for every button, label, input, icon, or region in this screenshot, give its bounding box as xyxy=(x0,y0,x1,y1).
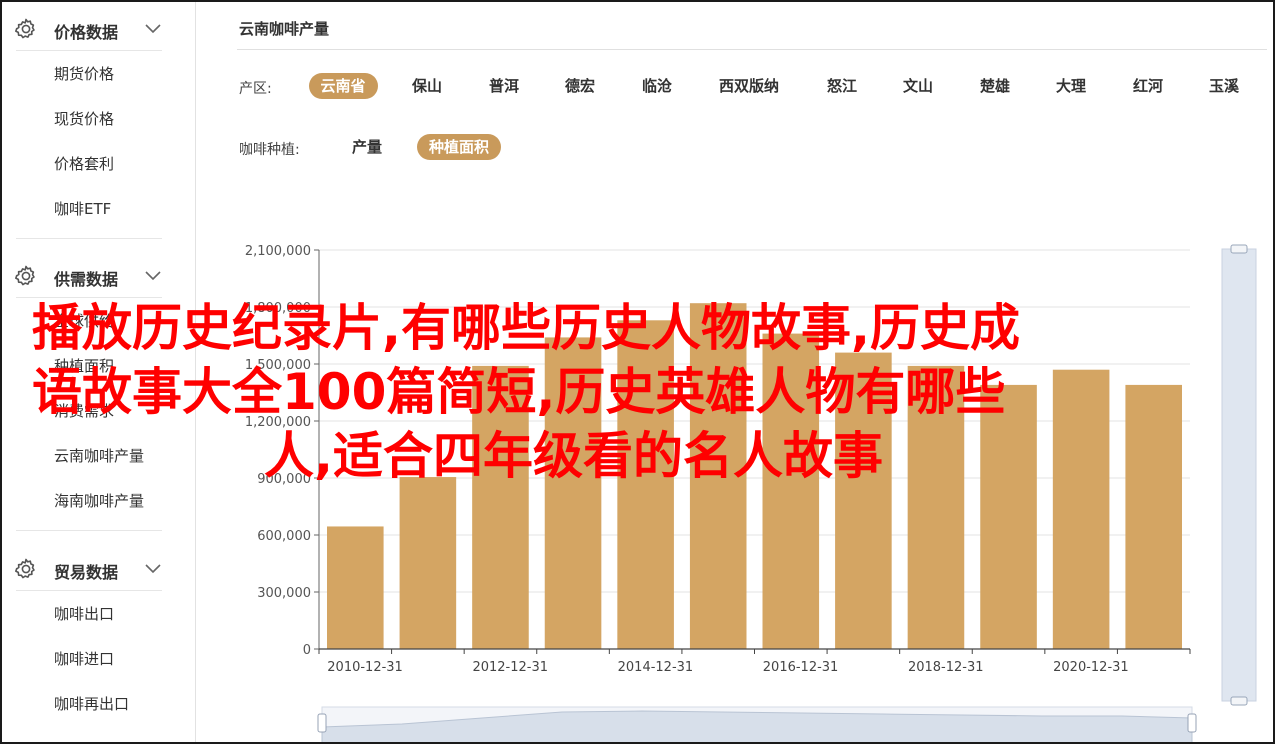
bar-2021-12-31[interactable] xyxy=(1125,384,1182,649)
x-tick-label: 2010-12-31 xyxy=(327,660,403,675)
app-window: 价格数据 期货价格 现货价格 价格套利 咖啡ETF 供需数据 全球供给 种植面积 消费需求 云南咖… xyxy=(0,0,1275,744)
x-tick-label: 2016-12-31 xyxy=(763,660,839,675)
bar-2020-12-31[interactable] xyxy=(1052,369,1110,649)
area-bar-chart: 0 300,000 600,000 900,000 1,200,000 1,500,000… xyxy=(245,244,1257,742)
bar-2016-12-31[interactable] xyxy=(762,333,820,649)
y-tick-label: 600,000 xyxy=(257,529,311,544)
bar-2012-12-31[interactable] xyxy=(472,365,529,649)
y-tick-label: 0 xyxy=(303,643,311,658)
y-tick-label: 900,000 xyxy=(257,472,311,487)
y-tick-label: 1,500,000 xyxy=(245,358,311,373)
datazoom-handle-right[interactable] xyxy=(1187,713,1197,733)
x-tick-label: 2020-12-31 xyxy=(1053,660,1129,675)
y-tick-label: 1,200,000 xyxy=(245,415,311,430)
x-tick-label: 2014-12-31 xyxy=(618,660,694,675)
x-tick-label: 2012-12-31 xyxy=(472,660,548,675)
bar-2013-12-31[interactable] xyxy=(544,337,602,649)
zoom-handle-top[interactable] xyxy=(1230,244,1248,254)
y-tick-label: 1,800,000 xyxy=(245,301,311,316)
bar-2010-12-31[interactable] xyxy=(327,526,384,649)
y-tick-label: 300,000 xyxy=(257,586,311,601)
bar-2017-12-31[interactable] xyxy=(835,352,892,649)
bar-2011-12-31[interactable] xyxy=(399,477,457,649)
bar-2014-12-31[interactable] xyxy=(617,320,674,649)
bar-2018-12-31[interactable] xyxy=(907,365,965,649)
bar-2019-12-31[interactable] xyxy=(980,384,1037,649)
y-tick-label: 2,100,000 xyxy=(245,244,311,259)
x-tick-label: 2018-12-31 xyxy=(908,660,984,675)
bar-2015-12-31[interactable] xyxy=(689,303,747,649)
zoom-handle-bottom[interactable] xyxy=(1230,696,1248,706)
vertical-zoom-slider[interactable] xyxy=(1221,248,1257,702)
datazoom-handle-left[interactable] xyxy=(317,713,327,733)
